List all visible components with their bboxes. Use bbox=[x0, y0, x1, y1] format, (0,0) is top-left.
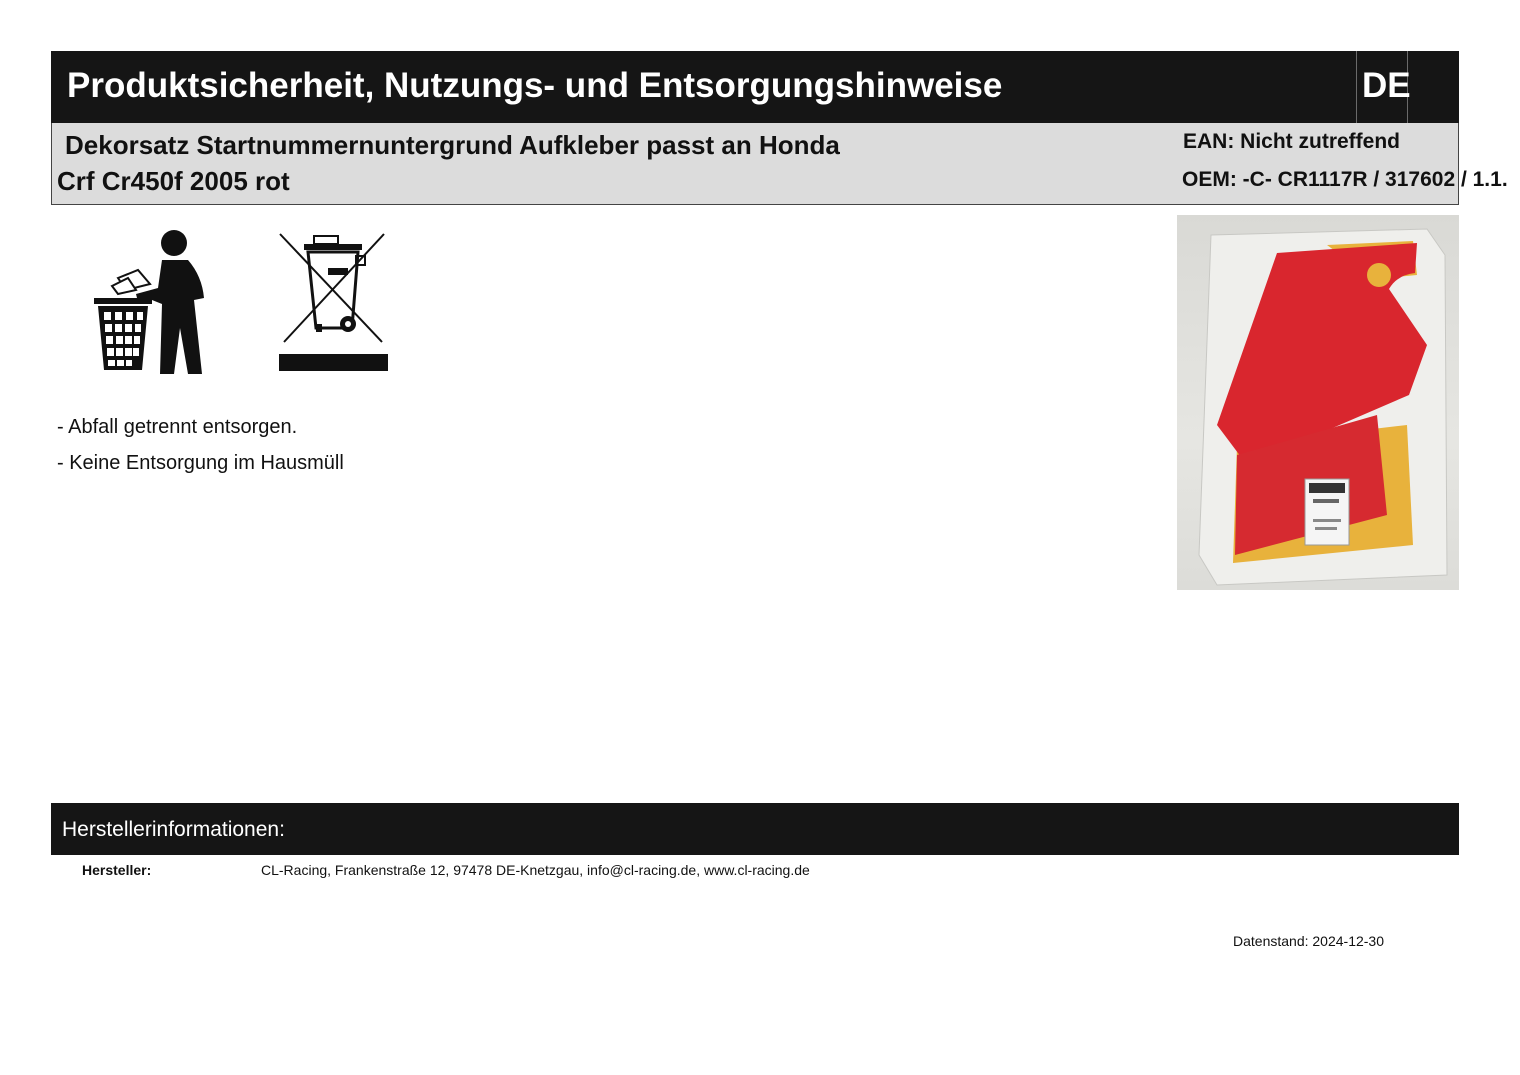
title-bar: Produktsicherheit, Nutzungs- und Entsorg… bbox=[51, 51, 1459, 123]
language-box: DE bbox=[1356, 51, 1411, 123]
page-title: Produktsicherheit, Nutzungs- und Entsorg… bbox=[67, 66, 1003, 105]
tidyman-disposal-icon bbox=[94, 230, 204, 374]
decal-set-illustration bbox=[1198, 228, 1448, 586]
data-date: Datenstand: 2024-12-30 bbox=[1233, 933, 1384, 949]
oem-number: OEM: -C- CR1117R / 317602 / 1.1. bbox=[1182, 168, 1508, 191]
note-no-household-waste: - Keine Entsorgung im Hausmüll bbox=[57, 452, 344, 474]
product-name-line1: Dekorsatz Startnummernuntergrund Aufkleb… bbox=[65, 130, 840, 160]
crossed-out-wheelie-bin-icon bbox=[279, 233, 388, 371]
product-photo bbox=[1177, 215, 1459, 590]
language-code: DE bbox=[1362, 66, 1411, 105]
manufacturer-label: Hersteller: bbox=[82, 862, 152, 878]
manufacturer-section-header: Herstellerinformationen: bbox=[51, 803, 1459, 855]
ean-number: EAN: Nicht zutreffend bbox=[1183, 130, 1400, 153]
manufacturer-address: CL-Racing, Frankenstraße 12, 97478 DE-Kn… bbox=[261, 862, 810, 878]
product-name-line2: Crf Cr450f 2005 rot bbox=[57, 166, 290, 196]
product-info-bar: Dekorsatz Startnummernuntergrund Aufkleb… bbox=[51, 123, 1459, 205]
manufacturer-section-title: Herstellerinformationen: bbox=[62, 818, 285, 841]
note-separate-disposal: - Abfall getrennt entsorgen. bbox=[57, 416, 298, 438]
